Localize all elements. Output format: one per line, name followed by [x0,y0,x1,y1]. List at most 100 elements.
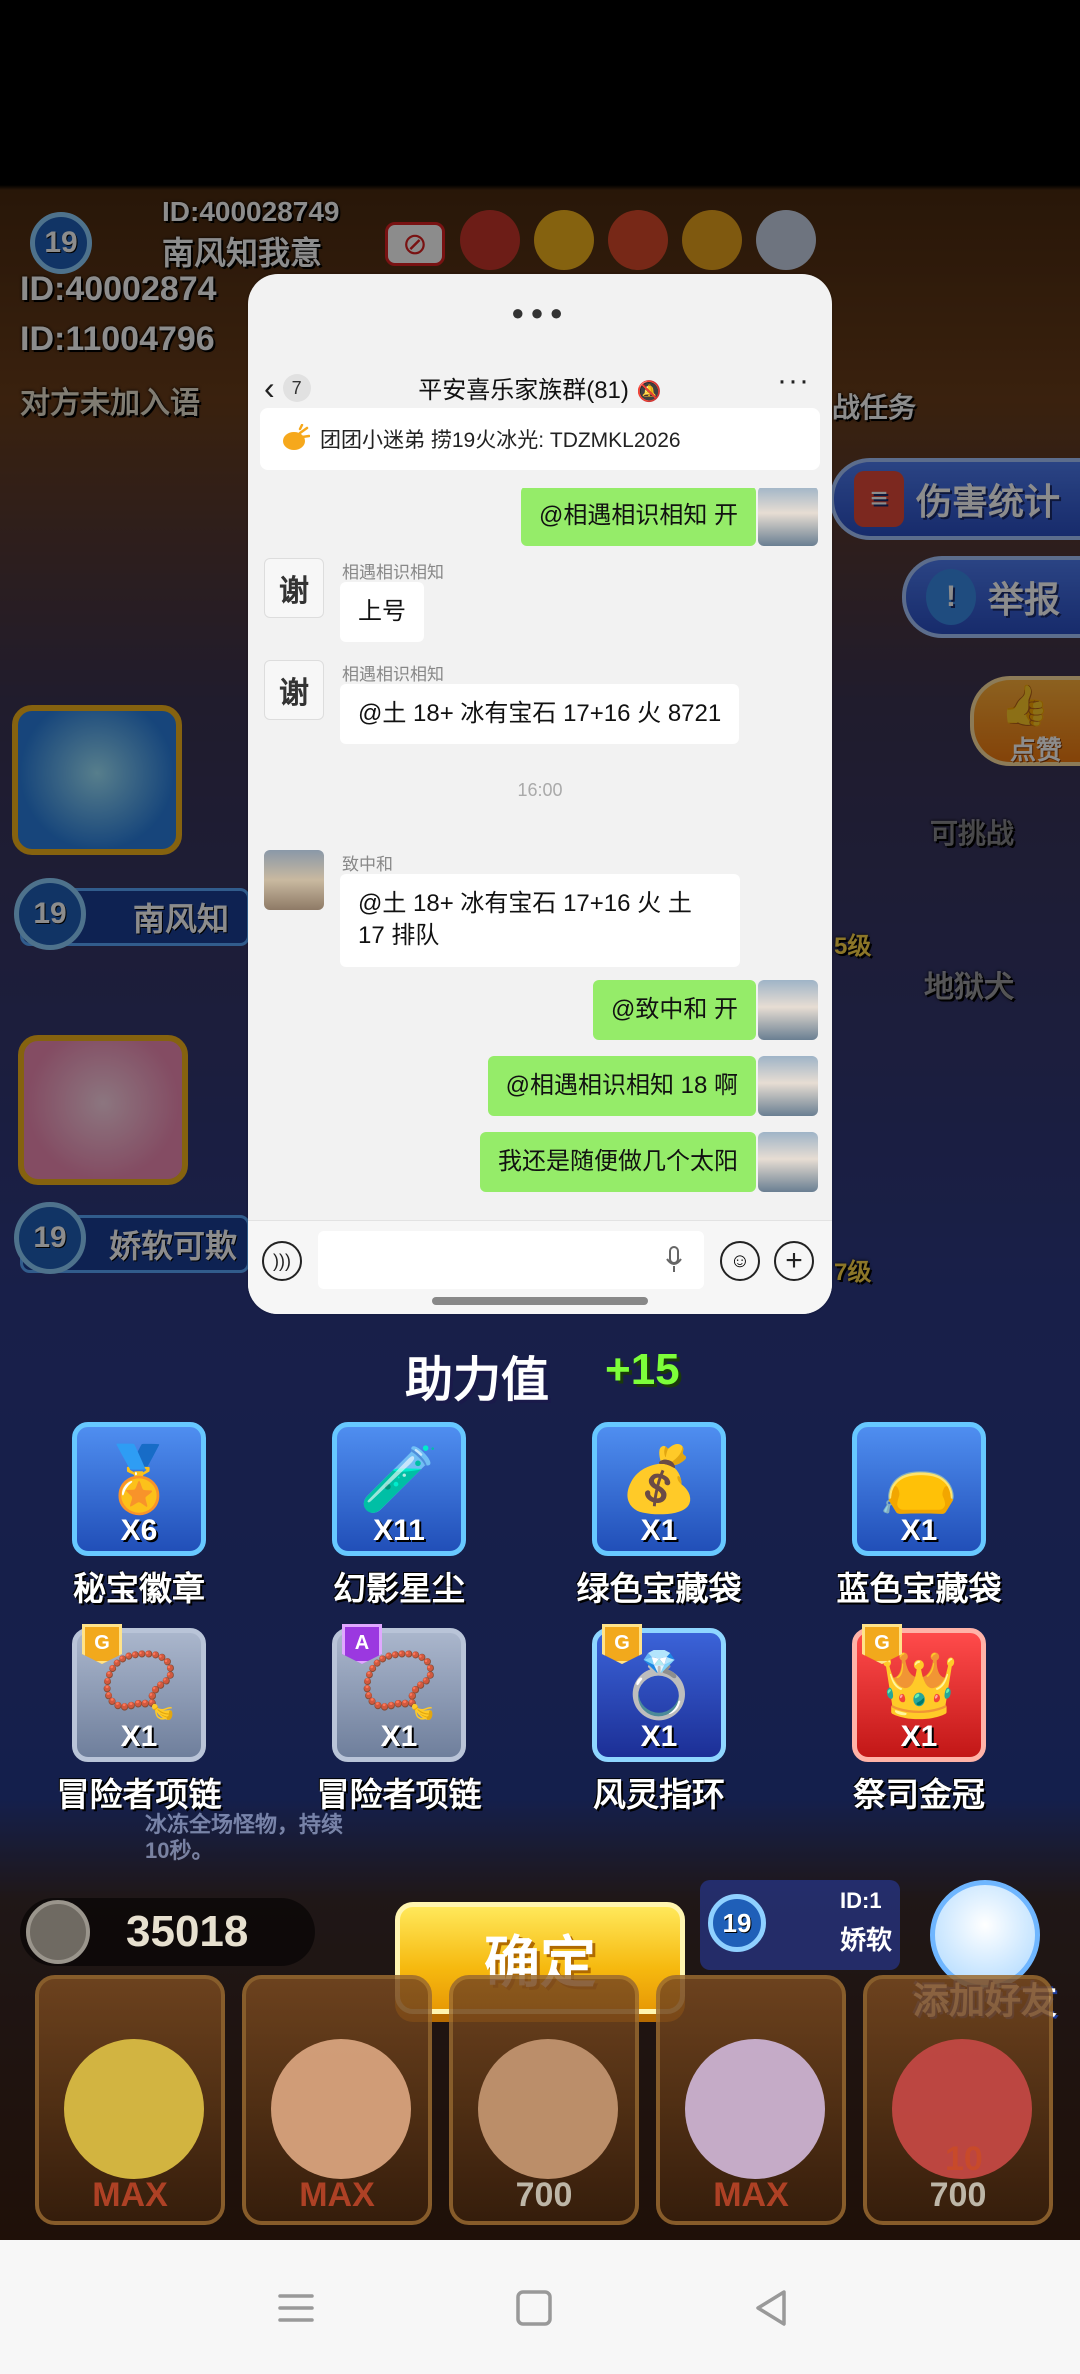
opponent-plate: 19 ID:1 娇软 [700,1880,900,1970]
stardust-bottle-icon: 🧪 [359,1443,439,1515]
reward-name: 幻影星尘 [333,1570,465,1607]
pinned-announcement[interactable]: 团团小迷弟 捞19火冰光: TDZMKL2026 [260,408,820,470]
reward-item[interactable]: 👝 X1 蓝色宝藏袋 [800,1422,1020,1612]
ring-icon: 💍 [619,1649,699,1721]
assist-title: 助力值 [405,1354,550,1407]
reward-qty: X11 [373,1514,425,1547]
reward-name: 风灵指环 [593,1776,725,1813]
reward-item[interactable]: 👑 G X1 祭司金冠 [800,1624,1020,1818]
coin-count-value: 35018 [126,1907,249,1956]
reward-name: 冒险者项链 [56,1776,222,1813]
reward-qty: X6 [120,1514,158,1547]
sender-name: 相遇相识相知 [342,665,444,684]
chat-input-bar: ))) ☺ + [248,1220,832,1314]
crown-icon: 👑 [879,1649,959,1721]
message-item: 致中和 @土 18+ 冰有宝石 17+16 火 土 17 排队 [248,850,832,967]
self-avatar[interactable] [758,980,818,1040]
chat-popup[interactable]: ●●● ‹ 7 平安喜乐家族群(81) 🔕 ··· 团团小迷弟 捞19火冰光: T… [248,274,832,1314]
message-input[interactable] [318,1231,704,1289]
hero-tag: MAX [92,2176,168,2214]
assist-value: +15 [605,1345,680,1394]
self-avatar[interactable] [758,1132,818,1192]
menu-icon[interactable] [274,2286,318,2330]
reward-name: 秘宝徽章 [73,1570,205,1607]
opponent-level: 19 [708,1894,766,1952]
home-icon[interactable] [512,2286,556,2330]
chat-title-text: 平安喜乐家族群(81) [418,377,629,404]
reward-name: 冒险者项链 [316,1776,482,1813]
necklace-icon: 📿 [359,1649,439,1721]
reward-qty: X1 [900,1720,938,1753]
pinned-text: 团团小迷弟 捞19火冰光: TDZMKL2026 [320,429,681,452]
more-actions-button[interactable]: + [774,1241,814,1281]
self-avatar[interactable] [758,1056,818,1116]
sender-name: 致中和 [342,855,393,874]
plus-icon: + [785,1244,803,1277]
crown-coin-icon [26,1900,90,1964]
hero-card[interactable]: MAX [656,1975,846,2225]
message-item: 谢 相遇相识相知 上号 [248,558,832,648]
self-avatar[interactable] [758,488,818,546]
reward-item[interactable]: 🏅 X6 秘宝徽章 [20,1422,240,1612]
message-bubble[interactable]: 上号 [340,582,424,643]
message-item: 我还是随便做几个太阳 [248,1132,832,1193]
message-bubble[interactable]: @土 18+ 冰有宝石 17+16 火 土 17 排队 [340,874,740,967]
reward-name: 蓝色宝藏袋 [836,1570,1002,1607]
hero-counter: 10 [945,2140,983,2178]
message-bubble[interactable]: 我还是随便做几个太阳 [480,1132,756,1193]
reward-qty: X1 [640,1514,678,1547]
hero-tag: 700 [515,2176,573,2214]
reward-name: 祭司金冠 [853,1776,985,1813]
system-nav-bar [0,2240,1080,2374]
chat-title: 平安喜乐家族群(81) 🔕 [248,370,832,405]
more-options-button[interactable]: ··· [777,364,810,398]
hero-card[interactable]: 700 [449,1975,639,2225]
reward-item[interactable]: 🧪 X11 幻影星尘 [280,1422,500,1612]
reward-item[interactable]: 📿 G X1 冒险者项链 [20,1624,240,1818]
message-timestamp: 16:00 [517,780,563,800]
mute-bell-icon: 🔕 [636,381,662,403]
back-triangle-icon[interactable] [750,2286,794,2330]
coin-counter: 35018 [20,1898,315,1966]
emoji-button[interactable]: ☺ [720,1241,760,1281]
member-avatar[interactable]: 谢 [264,660,324,720]
message-bubble[interactable]: @土 18+ 冰有宝石 17+16 火 8721 [340,684,740,745]
necklace-icon: 📿 [99,1649,179,1721]
reward-qty: X1 [120,1720,158,1753]
skill-tip: 冰冻全场怪物，持续10秒。 [145,1812,344,1864]
sound-wave-icon: ))) [273,1250,291,1271]
sender-name: 相遇相识相知 [342,563,444,582]
message-item: 谢 相遇相识相知 @土 18+ 冰有宝石 17+16 火 8721 [248,660,832,750]
member-avatar[interactable]: 谢 [264,558,324,618]
home-indicator[interactable] [432,1297,648,1305]
message-bubble[interactable]: @相遇相识相知 开 [520,488,756,547]
reward-item[interactable]: 💰 X1 绿色宝藏袋 [540,1422,760,1612]
voice-mode-button[interactable]: ))) [262,1241,302,1281]
message-item: @相遇相识相知 18 啊 [248,1056,832,1117]
reward-qty: X1 [640,1720,678,1753]
message-list[interactable]: @相遇相识相知 开 谢 相遇相识相知 上号 谢 相遇相识相知 @土 18+ 冰有… [248,488,832,1220]
hero-card[interactable]: 700 [863,1975,1053,2225]
hero-tag: MAX [713,2176,789,2214]
hero-card[interactable]: MAX [35,1975,225,2225]
smiley-icon: ☺ [729,1249,751,1272]
microphone-icon[interactable] [664,1245,684,1275]
message-bubble[interactable]: @致中和 开 [592,980,756,1041]
hero-card[interactable]: MAX [242,1975,432,2225]
announcement-icon [283,424,310,450]
member-avatar[interactable] [264,850,324,910]
hero-tag: 700 [929,2176,987,2214]
hero-tag: MAX [299,2176,375,2214]
reward-qty: X1 [900,1514,938,1547]
opponent-id: ID:1 [840,1888,882,1913]
message-item: @致中和 开 [248,980,832,1041]
message-bubble[interactable]: @相遇相识相知 18 啊 [487,1056,756,1117]
reward-name: 绿色宝藏袋 [576,1570,742,1607]
exp-badge-icon: 🏅 [99,1443,179,1515]
reward-qty: X1 [380,1720,418,1753]
opponent-name: 娇软 [840,1925,893,1955]
reward-item[interactable]: 💍 G X1 风灵指环 [540,1624,760,1818]
reward-item[interactable]: 📿 A X1 冒险者项链 [280,1624,500,1818]
blue-bag-icon: 👝 [879,1443,959,1515]
drag-handle-dots[interactable]: ●●● [248,300,832,326]
